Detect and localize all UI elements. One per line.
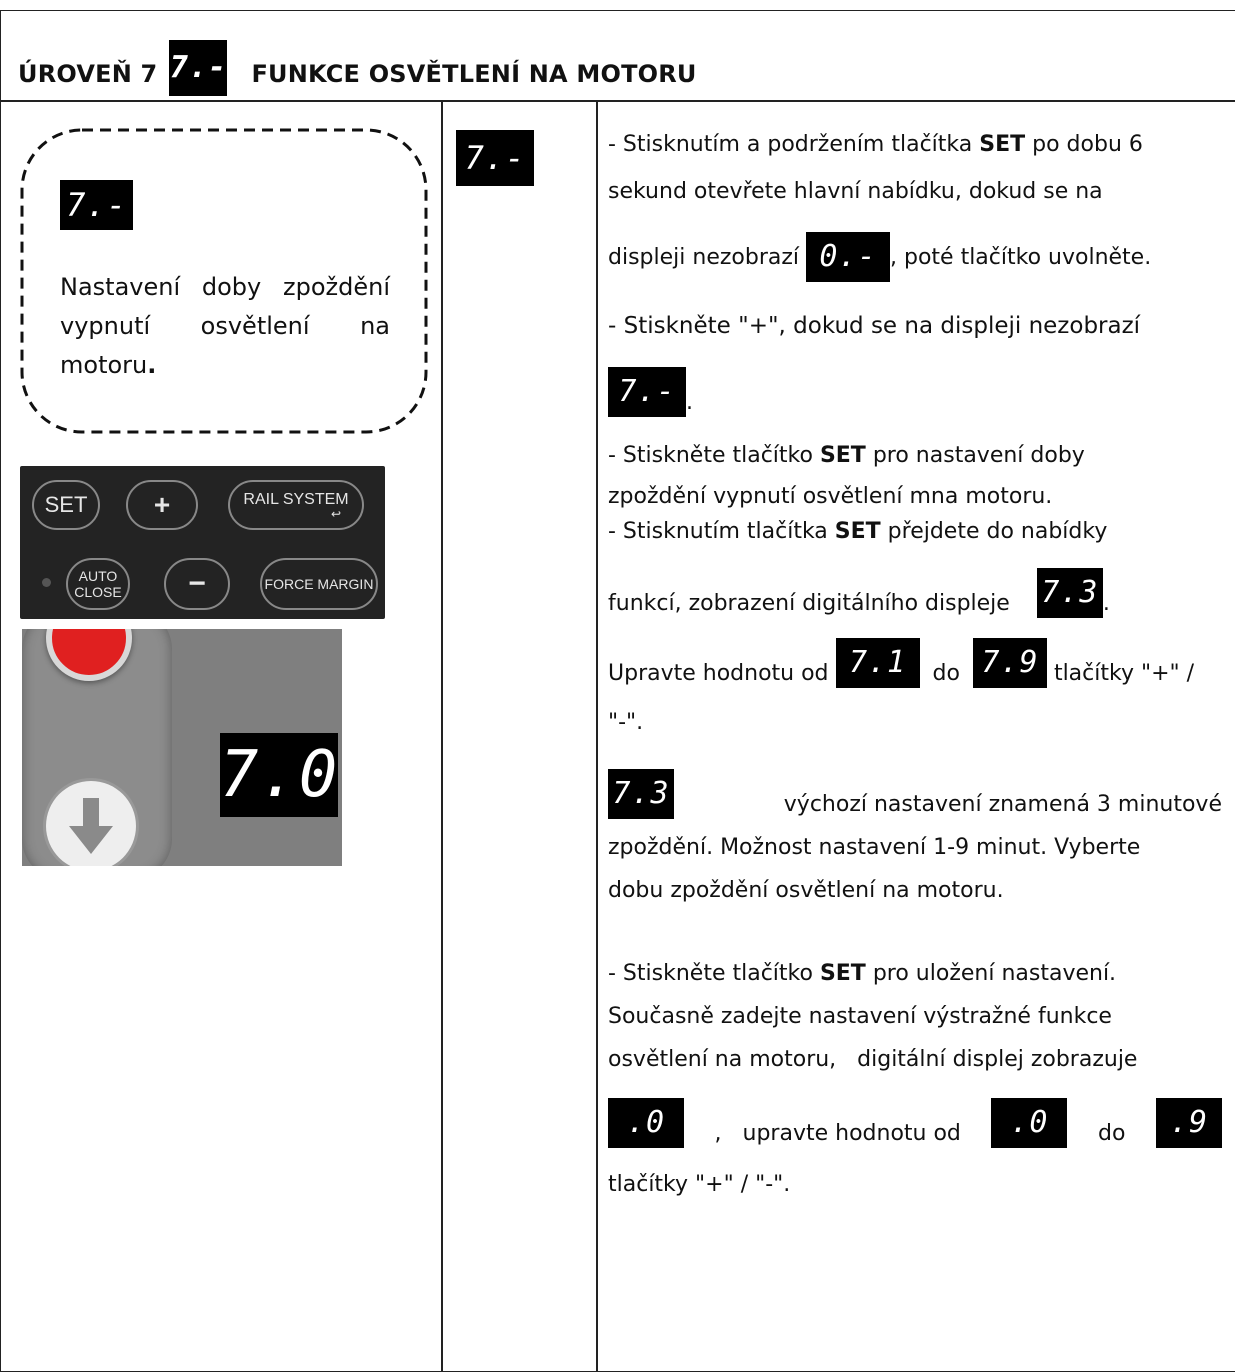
- note-period: .: [147, 351, 157, 379]
- title-level: ÚROVEŇ 7: [18, 60, 158, 88]
- note-word: Nastavení: [60, 273, 181, 301]
- note-word: vypnutí: [60, 312, 151, 340]
- display-icon-7-1: 7.1: [835, 638, 920, 688]
- display-icon-7: 7.-: [608, 367, 686, 417]
- return-icon: ↩: [330, 507, 342, 521]
- middle-display-icon: 7.-: [456, 130, 534, 186]
- display-icon-7-9: 7.9: [972, 638, 1047, 688]
- step-text: do: [1097, 1121, 1126, 1146]
- note-word: zpoždění: [283, 273, 390, 301]
- display-icon-0: 0.-: [806, 232, 890, 282]
- note-word: na: [360, 312, 390, 340]
- step-text: - Stiskněte tlačítko: [608, 961, 820, 986]
- step-text: , poté tlačítko uvolněte.: [890, 244, 1152, 270]
- step-text: výchozí nastavení znamená 3 minutové: [783, 792, 1222, 817]
- step-6-line2: zpoždění. Možnost nastavení 1-9 minut. V…: [608, 835, 1141, 860]
- led-indicator: [42, 578, 51, 587]
- step-3: - Stiskněte tlačítko SET pro nastavení d…: [608, 441, 1222, 470]
- note-word: osvětlení: [200, 312, 310, 340]
- rail-system-button: RAIL SYSTEM ↩: [228, 480, 364, 530]
- step-text: funkcí, zobrazení digitálního displeje: [608, 591, 1017, 616]
- page-title: ÚROVEŇ 7 7.- FUNKCE OSVĚTLENÍ NA MOTORU: [18, 40, 697, 104]
- step-7-line4: .0 , upravte hodnotu od .0 do .9: [608, 1098, 1222, 1148]
- step-6-line3: dobu zpoždění osvětlení na motoru.: [608, 878, 1004, 903]
- step-3-line2: zpoždění vypnutí osvětlení mna motoru.: [608, 484, 1053, 509]
- display-icon-7-3: 7.3: [1036, 568, 1103, 618]
- step-text: - Stisknutím tlačítka: [608, 519, 835, 544]
- step-7-line2: Současně zadejte nastavení výstražné fun…: [608, 1004, 1112, 1029]
- step-text: pro uložení nastavení.: [865, 961, 1117, 986]
- step-5-line2: "-".: [608, 710, 644, 735]
- step-text: do: [925, 661, 967, 686]
- auto-close-button: AUTO CLOSE: [66, 558, 130, 610]
- step-1-line2: sekund otevřete hlavní nabídku, dokud se…: [608, 179, 1103, 204]
- step-2-icon-line: 7.- .: [608, 367, 1222, 417]
- device-photo: 7.0: [22, 629, 342, 866]
- step-4-line2: funkcí, zobrazení digitálního displeje 7…: [608, 568, 1222, 618]
- plus-button: +: [126, 480, 198, 530]
- set-button: SET: [32, 480, 100, 530]
- step-6-line1: 7.3 výchozí nastavení znamená 3 minutové: [608, 769, 1222, 819]
- step-text: Upravte hodnotu od: [608, 661, 836, 686]
- column-divider-2: [596, 100, 598, 1372]
- force-margin-button: FORCE MARGIN: [260, 558, 378, 610]
- step-7: - Stiskněte tlačítko SET pro uložení nas…: [608, 959, 1222, 988]
- step-1-line3: displeji nezobrazí 0.- , poté tlačítko u…: [608, 232, 1222, 282]
- step-text: - Stiskněte tlačítko: [608, 443, 820, 468]
- down-arrow-icon: [46, 781, 136, 866]
- display-icon-dot-0: .0: [608, 1098, 684, 1148]
- step-2: - Stiskněte "+", dokud se na displeji ne…: [608, 313, 1141, 339]
- note-text: Nastavení doby zpoždění vypnutí osvětlen…: [60, 268, 390, 385]
- column-divider-1: [441, 100, 443, 1372]
- set-keyword: SET: [834, 519, 881, 544]
- step-text: přejdete do nabídky: [880, 519, 1108, 544]
- photo-display: 7.0: [220, 733, 338, 817]
- step-text: , upravte hodnotu od: [714, 1121, 961, 1146]
- step-text: po dobu 6: [1025, 132, 1143, 157]
- note-word: motoru: [60, 351, 148, 379]
- close-label: CLOSE: [74, 584, 122, 600]
- instructions: - Stisknutím a podržením tlačítka SET po…: [608, 124, 1222, 1199]
- step-5: Upravte hodnotu od 7.1 do 7.9 tlačítky "…: [608, 638, 1222, 688]
- title-display-icon: 7.-: [169, 40, 228, 96]
- step-text: - Stisknutím a podržením tlačítka: [608, 132, 980, 157]
- display-icon-dot-0-b: .0: [991, 1098, 1068, 1148]
- set-keyword: SET: [979, 132, 1026, 157]
- step-text: tlačítky "+" /: [1046, 661, 1195, 686]
- step-text: .: [686, 390, 693, 415]
- note-word: doby: [201, 273, 262, 301]
- step-text: pro nastavení doby: [865, 443, 1085, 468]
- display-icon-7-3-default: 7.3: [608, 769, 674, 819]
- title-function: FUNKCE OSVĚTLENÍ NA MOTORU: [251, 60, 697, 88]
- step-7-line3: osvětlení na motoru, digitální displej z…: [608, 1047, 1138, 1072]
- minus-button: −: [164, 558, 230, 610]
- step-4: - Stisknutím tlačítka SET přejdete do na…: [608, 517, 1222, 546]
- step-1: - Stisknutím a podržením tlačítka SET po…: [608, 130, 1222, 159]
- set-keyword: SET: [819, 961, 866, 986]
- display-icon-dot-9: .9: [1155, 1098, 1222, 1148]
- step-7-line5: tlačítky "+" / "-".: [608, 1172, 791, 1197]
- note-display-icon: 7.-: [60, 180, 133, 230]
- step-text: .: [1102, 591, 1110, 616]
- set-keyword: SET: [819, 443, 866, 468]
- step-text: displeji nezobrazí: [608, 244, 806, 270]
- auto-label: AUTO: [78, 568, 118, 584]
- control-panel-image: SET + RAIL SYSTEM ↩ AUTO CLOSE − FORCE M…: [20, 466, 385, 619]
